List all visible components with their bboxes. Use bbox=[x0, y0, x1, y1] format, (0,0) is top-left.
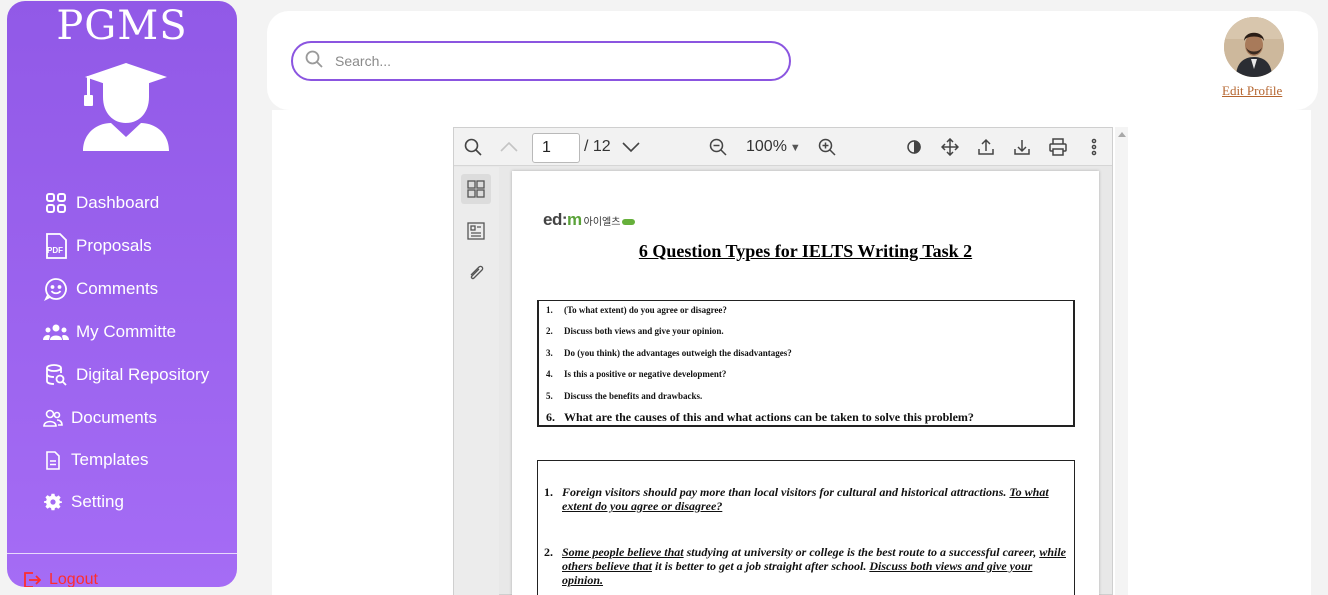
edm-logo-badge bbox=[622, 219, 636, 225]
graduate-logo-icon bbox=[81, 57, 171, 158]
sidebar-item-proposals[interactable]: PDF Proposals bbox=[43, 232, 152, 260]
search-input[interactable] bbox=[335, 53, 765, 69]
zoom-out-icon[interactable] bbox=[707, 136, 729, 158]
users-icon bbox=[43, 405, 63, 431]
sidebar-divider bbox=[7, 553, 237, 554]
document-icon bbox=[43, 447, 63, 473]
smiley-chat-icon bbox=[43, 276, 69, 302]
document-title: 6 Question Types for IELTS Writing Task … bbox=[638, 241, 973, 261]
zoom-select[interactable]: 100% ▼ bbox=[746, 138, 801, 156]
logout-icon bbox=[23, 572, 41, 587]
sidebar-item-digital-repository[interactable]: Digital Repository bbox=[43, 361, 209, 389]
search-icon bbox=[305, 50, 323, 73]
download-icon[interactable] bbox=[1011, 136, 1033, 158]
pdf-scrollbar[interactable] bbox=[1115, 127, 1128, 595]
question-item: 6. What are the causes of this and what a… bbox=[546, 410, 974, 424]
edm-logo-text: ed:m bbox=[543, 210, 582, 229]
sidebar-item-documents[interactable]: Documents bbox=[43, 404, 157, 432]
logout-label: Logout bbox=[49, 571, 98, 587]
sidebar-item-my-committe[interactable]: My Committe bbox=[43, 318, 176, 346]
edm-logo-korean: 아이엘츠 bbox=[583, 216, 621, 228]
sidebar-item-label: Dashboard bbox=[76, 193, 160, 212]
pdf-sidebar bbox=[454, 167, 499, 595]
pdf-toolbar: / 12 100%▼ bbox=[454, 128, 1112, 166]
sidebar: PGMS Dashboard PDF Proposals Comments My… bbox=[7, 1, 237, 587]
database-search-icon bbox=[43, 362, 69, 388]
brand-title: PGMS bbox=[56, 3, 188, 49]
sidebar-item-dashboard[interactable]: Dashboard bbox=[43, 189, 159, 217]
pdf-page: ed:m 아이엘츠 6 Question Types for IELTS Wri… bbox=[512, 171, 1099, 595]
sidebar-item-label: Documents bbox=[71, 408, 157, 427]
example-item: 2. Some people believe that studying at … bbox=[544, 545, 1066, 587]
gear-icon bbox=[43, 489, 63, 515]
question-item: 3. Do (you think) the advantages outweigh… bbox=[546, 348, 792, 358]
sidebar-item-comments[interactable]: Comments bbox=[43, 275, 158, 303]
upload-icon[interactable] bbox=[975, 136, 997, 158]
outline-icon[interactable] bbox=[461, 216, 491, 246]
avatar[interactable] bbox=[1224, 17, 1284, 77]
page-number-input[interactable] bbox=[532, 133, 580, 163]
more-vertical-icon[interactable] bbox=[1083, 136, 1105, 158]
edm-logo: ed:m 아이엘츠 bbox=[543, 210, 636, 230]
sidebar-item-templates[interactable]: Templates bbox=[43, 446, 148, 474]
edit-profile-link[interactable]: Edit Profile bbox=[1222, 83, 1282, 99]
zoom-value: 100% bbox=[746, 138, 787, 155]
example-item: 1. Foreign visitors should pay more than… bbox=[544, 485, 1049, 513]
logout-button[interactable]: Logout bbox=[23, 571, 98, 587]
sidebar-item-label: Templates bbox=[71, 450, 149, 469]
caret-down-icon: ▼ bbox=[789, 142, 801, 154]
question-item: 5. Discuss the benefits and drawbacks. bbox=[546, 391, 703, 401]
sidebar-item-label: My Committe bbox=[76, 322, 177, 341]
examples-box: 1. Foreign visitors should pay more than… bbox=[537, 460, 1075, 595]
question-item: 1. (To what extent) do you agree or disag… bbox=[546, 305, 727, 315]
search-bar bbox=[291, 41, 791, 81]
pan-move-icon[interactable] bbox=[939, 136, 961, 158]
sidebar-item-label: Proposals bbox=[76, 236, 152, 255]
pdf-file-icon: PDF bbox=[43, 233, 69, 259]
search-icon[interactable] bbox=[462, 136, 484, 158]
rotate-icon[interactable] bbox=[903, 136, 925, 158]
scroll-up-arrow-icon[interactable] bbox=[1118, 132, 1126, 137]
attachment-icon[interactable] bbox=[461, 258, 491, 288]
sidebar-item-label: Digital Repository bbox=[76, 365, 210, 384]
zoom-in-icon[interactable] bbox=[816, 136, 838, 158]
question-item: 4. Is this a positive or negative develop… bbox=[546, 369, 727, 379]
question-types-box: 1. (To what extent) do you agree or disag… bbox=[537, 300, 1075, 427]
page-total: / 12 bbox=[584, 138, 611, 155]
top-header: Edit Profile bbox=[267, 11, 1318, 110]
sidebar-item-label: Setting bbox=[71, 492, 124, 511]
sidebar-item-label: Comments bbox=[76, 279, 159, 298]
chevron-down-icon[interactable] bbox=[620, 136, 642, 158]
thumbnails-icon[interactable] bbox=[461, 174, 491, 204]
question-item: 2. Discuss both views and give your opini… bbox=[546, 326, 724, 336]
dashboard-grid-icon bbox=[43, 190, 69, 216]
chevron-up-icon[interactable] bbox=[498, 136, 520, 158]
sidebar-item-setting[interactable]: Setting bbox=[43, 488, 124, 516]
users-group-icon bbox=[43, 319, 69, 345]
print-icon[interactable] bbox=[1047, 136, 1069, 158]
svg-text:PDF: PDF bbox=[47, 246, 63, 255]
